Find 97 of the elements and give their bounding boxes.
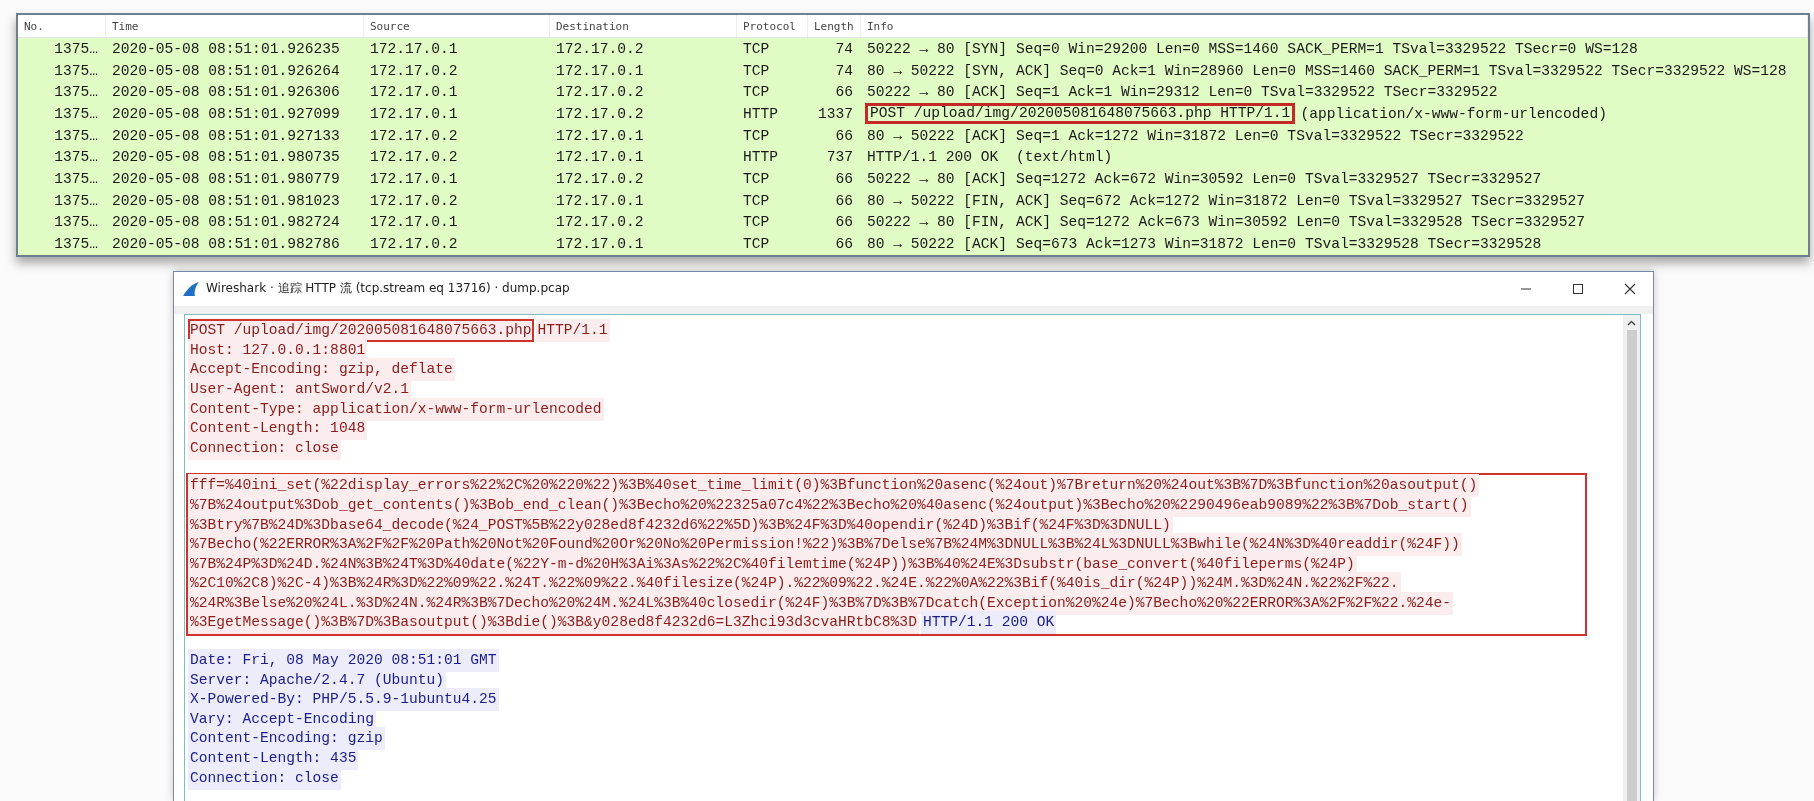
table-cell-text: 172.17.0.1	[369, 170, 459, 187]
table-cell-text: 66	[834, 192, 854, 209]
table-cell-text: 66	[834, 84, 854, 101]
column-header[interactable]: Destination	[550, 15, 737, 37]
table-cell-text: TCP	[742, 127, 771, 144]
table-cell-text: 2020-05-08 08:51:01.926264	[111, 62, 341, 79]
table-cell-text: 172.17.0.1	[555, 149, 645, 166]
table-cell-text: HTTP	[742, 149, 780, 166]
packet-row[interactable]: 1375… 2020-05-08 08:51:01.982786 172.17.0.2 172.17.0.1 TCP 66 80 → 50222 [ACK] Seq=673 Ack=1273 Win=31872 Len=0 TSval=3329528 TSecr=3329528	[18, 233, 1808, 255]
table-cell-text: 172.17.0.1	[369, 84, 459, 101]
request-text: POST /upload/img/202005081648075663.php	[188, 319, 534, 343]
table-cell-text: 172.17.0.2	[555, 40, 645, 57]
table-cell-text: 172.17.0.1	[555, 127, 645, 144]
packet-row[interactable]: 1375… 2020-05-08 08:51:01.926306 172.17.0.1 172.17.0.2 TCP 66 50222 → 80 [ACK] Seq=1 Ack=1 Win=29312 Len=0 TSval=3329522 TSecr=3329522	[18, 81, 1808, 104]
column-header[interactable]: Protocol	[737, 15, 808, 37]
table-cell-text: 172.17.0.1	[369, 105, 459, 122]
table-cell-text: 50222 → 80 [ACK] Seq=1272 Ack=672 Win=30592 Len=0 TSval=3329527 TSecr=3329527	[866, 170, 1543, 187]
packet-row[interactable]: 1375… 2020-05-08 08:51:01.927099 172.17.0.1 172.17.0.2 HTTP 1337 POST /upload/img/202005081648075663.php HTTP/1.1 (application/x-www-form-urlencoded)	[18, 103, 1808, 125]
table-cell-text: 2020-05-08 08:51:01.980779	[111, 170, 341, 187]
table-cell-text: HTTP	[742, 105, 780, 122]
column-header[interactable]: Time	[106, 15, 364, 37]
highlighted-info-text: POST /upload/img/202005081648075663.php HTTP/1.1	[865, 103, 1296, 125]
request-text: HTTP/1.1	[535, 319, 610, 343]
table-cell-text: 66	[834, 127, 854, 144]
table-cell: (application/x-www-form-urlencoded)	[1300, 105, 1607, 122]
table-cell-text: 1375…	[53, 149, 99, 166]
table-cell-text: 1375…	[53, 105, 99, 122]
table-cell-text: 1375…	[53, 214, 99, 231]
table-cell-text: 50222 → 80 [FIN, ACK] Seq=1272 Ack=673 Win=30592 Len=0 TSval=3329528 TSecr=3329527	[866, 214, 1587, 231]
packet-row[interactable]: 1375… 2020-05-08 08:51:01.980779 172.17.0.1 172.17.0.2 TCP 66 50222 → 80 [ACK] Seq=1272 Ack=672 Win=30592 Len=0 TSval=3329527 TSecr=3329527	[18, 168, 1808, 190]
table-cell-text: 172.17.0.2	[555, 105, 645, 122]
column-header[interactable]: Info	[861, 15, 1808, 37]
window-title: Wireshark · 追踪 HTTP 流 (tcp.stream eq 13716) · dump.pcap	[206, 280, 571, 298]
packet-row[interactable]: 1375… 2020-05-08 08:51:01.926264 172.17.0.2 172.17.0.1 TCP 74 80 → 50222 [SYN, ACK] Seq=0 Ack=1 Win=28960 Len=0 MSS=1460 SACK_PERM=1 TSval=3329522 TSecr=3329522 WS=128	[18, 59, 1808, 82]
table-cell-text: 80 → 50222 [ACK] Seq=1 Ack=1272 Win=31872 Len=0 TSval=3329522 TSecr=3329522	[866, 127, 1525, 144]
scrollbar[interactable]	[1623, 314, 1640, 801]
table-cell-text: 2020-05-08 08:51:01.926235	[111, 40, 341, 57]
table-cell-text: 172.17.0.2	[555, 84, 645, 101]
table-cell-text: 74	[834, 40, 854, 57]
table-cell-text: 80 → 50222 [ACK] Seq=673 Ack=1273 Win=31872 Len=0 TSval=3329528 TSecr=3329528	[866, 236, 1543, 253]
packet-row[interactable]: 1375… 2020-05-08 08:51:01.980735 172.17.0.2 172.17.0.1 HTTP 737 HTTP/1.1 200 OK (text/html)	[18, 146, 1808, 169]
table-cell-text: 2020-05-08 08:51:01.927099	[111, 105, 341, 122]
maximize-icon	[1572, 282, 1584, 295]
table-cell-text: 172.17.0.2	[369, 236, 459, 253]
table-cell-text: 66	[834, 236, 854, 253]
table-cell-text: HTTP/1.1 200 OK (text/html)	[866, 149, 1114, 166]
table-cell-text: 172.17.0.1	[555, 192, 645, 209]
table-cell-text: 172.17.0.2	[369, 149, 459, 166]
packet-row[interactable]: 1375… 2020-05-08 08:51:01.982724 172.17.0.1 172.17.0.2 TCP 66 50222 → 80 [FIN, ACK] Seq=1272 Ack=673 Win=30592 Len=0 TSval=3329528 TSecr=3329527	[18, 211, 1808, 234]
scroll-up-icon[interactable]	[1627, 319, 1636, 326]
table-cell-text: 737	[825, 149, 854, 166]
table-cell-text: 2020-05-08 08:51:01.926306	[111, 84, 341, 101]
table-cell-text: TCP	[742, 214, 771, 231]
table-cell-text: 2020-05-08 08:51:01.927133	[111, 127, 341, 144]
table-cell-text: 2020-05-08 08:51:01.982724	[111, 214, 341, 231]
table-cell-text: 66	[834, 170, 854, 187]
table-cell-text: 1375…	[53, 192, 99, 209]
table-cell-text: 172.17.0.2	[555, 214, 645, 231]
table-cell-text: 172.17.0.1	[369, 214, 459, 231]
column-header[interactable]: Length	[808, 15, 861, 37]
table-cell-text: 172.17.0.2	[555, 170, 645, 187]
table-cell-text: 172.17.0.1	[369, 40, 459, 57]
table-cell-text: 1375…	[53, 127, 99, 144]
table-cell-text: 2020-05-08 08:51:01.981023	[111, 192, 341, 209]
table-cell-text: 2020-05-08 08:51:01.980735	[111, 149, 341, 166]
table-cell-text: 66	[834, 214, 854, 231]
table-cell-text: TCP	[742, 236, 771, 253]
table-cell-text: TCP	[742, 192, 771, 209]
table-cell-text: 1375…	[53, 84, 99, 101]
table-cell-text: 2020-05-08 08:51:01.982786	[111, 236, 341, 253]
table-cell-text: TCP	[742, 62, 771, 79]
packet-row[interactable]: 1375… 2020-05-08 08:51:01.926235 172.17.0.1 172.17.0.2 TCP 74 50222 → 80 [SYN] Seq=0 Win=29200 Len=0 MSS=1460 SACK_PERM=1 TSval=3329522 TSecr=0 WS=128	[18, 38, 1808, 60]
table-cell-text: 1375…	[53, 236, 99, 253]
shark-fin-icon	[182, 280, 200, 297]
table-cell-text: 80 → 50222 [SYN, ACK] Seq=0 Ack=1 Win=28960 Len=0 MSS=1460 SACK_PERM=1 TSval=3329522 TSecr=3329522 WS=128	[866, 62, 1788, 79]
table-cell-text: 1375…	[53, 40, 99, 57]
table-cell-text: 172.17.0.1	[555, 236, 645, 253]
table-cell-text: 172.17.0.2	[369, 62, 459, 79]
table-cell-text: 172.17.0.2	[369, 127, 459, 144]
response-text: HTTP/1.1 200 OK	[920, 611, 1057, 635]
table-cell-text: TCP	[742, 170, 771, 187]
table-cell-text: 172.17.0.2	[369, 192, 459, 209]
close-icon	[1624, 282, 1636, 295]
column-header[interactable]: No.	[18, 15, 106, 37]
table-cell-text: TCP	[742, 84, 771, 101]
table-cell-text: 1375…	[53, 62, 99, 79]
table-cell-text: 80 → 50222 [FIN, ACK] Seq=672 Ack=1272 Win=31872 Len=0 TSval=3329527 TSecr=3329527	[866, 192, 1587, 209]
table-cell-text: 1375…	[53, 170, 99, 187]
table-cell-text: 172.17.0.1	[555, 62, 645, 79]
column-header[interactable]: Source	[364, 15, 550, 37]
packet-row[interactable]: 1375… 2020-05-08 08:51:01.927133 172.17.0.2 172.17.0.1 TCP 66 80 → 50222 [ACK] Seq=1 Ack=1272 Win=31872 Len=0 TSval=3329522 TSecr=3329522	[18, 124, 1808, 147]
table-cell-text: 1337	[816, 105, 854, 122]
table-cell-text: TCP	[742, 40, 771, 57]
table-cell-text: 50222 → 80 [SYN] Seq=0 Win=29200 Len=0 MSS=1460 SACK_PERM=1 TSval=3329522 TSecr=0 WS=128	[866, 40, 1639, 57]
table-cell-text: 74	[834, 62, 854, 79]
table-cell-text: 50222 → 80 [ACK] Seq=1 Ack=1 Win=29312 Len=0 TSval=3329522 TSecr=3329522	[866, 84, 1499, 101]
packet-row[interactable]: 1375… 2020-05-08 08:51:01.981023 172.17.0.2 172.17.0.1 TCP 66 80 → 50222 [FIN, ACK] Seq=672 Ack=1272 Win=31872 Len=0 TSval=3329527 TSecr=3329527	[18, 189, 1808, 212]
